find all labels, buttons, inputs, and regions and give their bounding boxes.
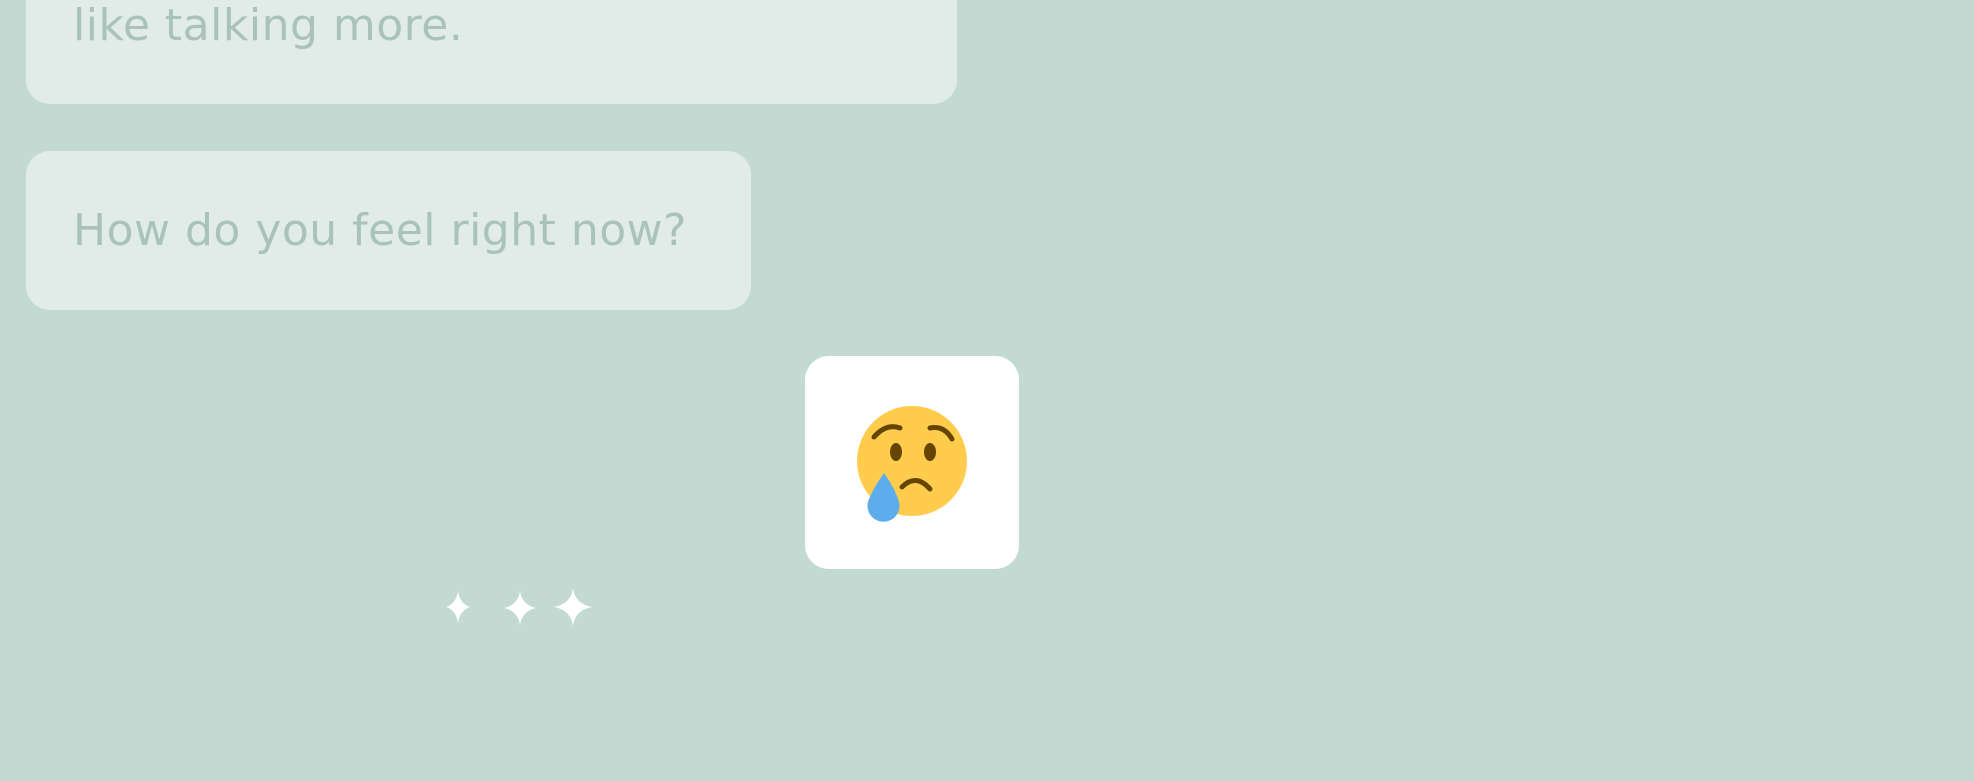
chat-message-question: How do you feel right now?: [26, 151, 751, 310]
chat-message: like talking more.: [26, 0, 957, 104]
chat-message-text: How do you feel right now?: [73, 204, 688, 256]
mood-option-button[interactable]: [805, 356, 1019, 569]
typing-indicator: [438, 584, 598, 634]
sparkles-icon: [446, 588, 592, 626]
crying-face-icon: [857, 405, 967, 522]
chat-message-text: like talking more.: [73, 0, 464, 51]
